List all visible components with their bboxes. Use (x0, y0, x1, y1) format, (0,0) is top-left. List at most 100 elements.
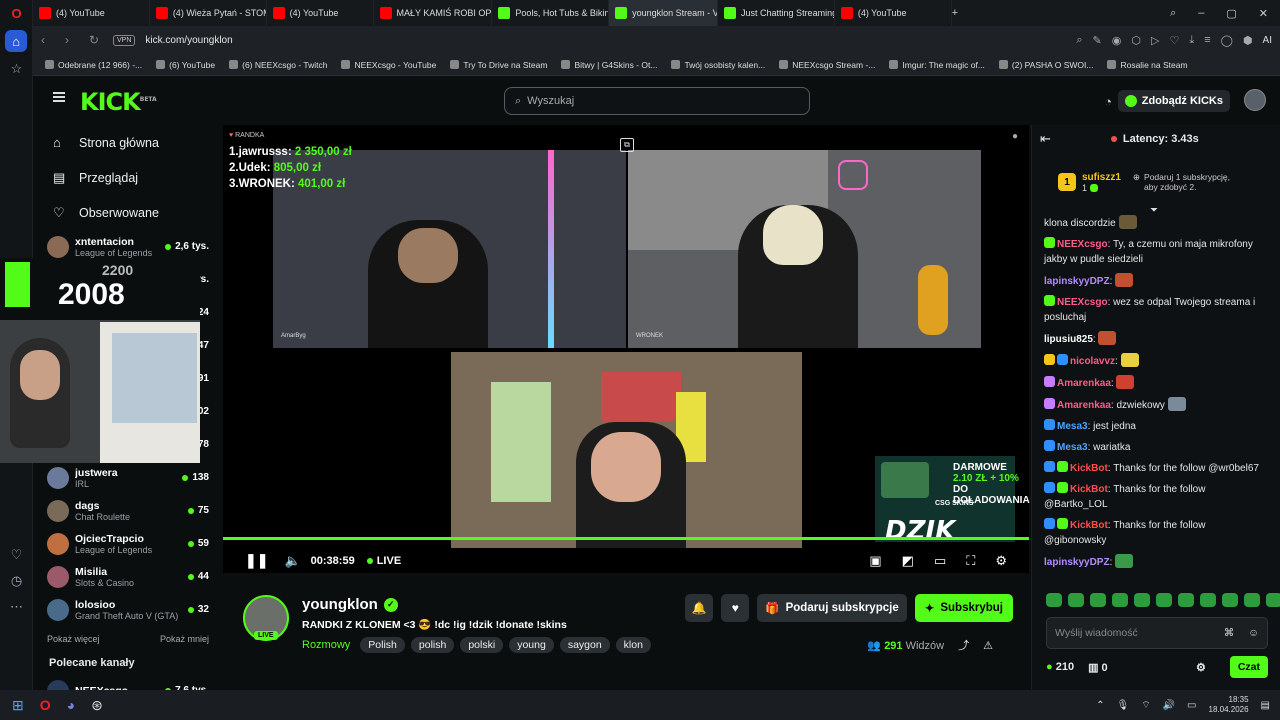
discord-taskbar-icon[interactable]: ◕ (67, 697, 75, 713)
aria-ai-icon[interactable]: AI (1263, 35, 1272, 46)
sponsor-ad[interactable]: DARMOWE 2.10 ZŁ + 10% DO DOŁADOWANIA CSG S… (875, 456, 1030, 546)
bookmark-item[interactable]: Imgur: The magic of... (889, 60, 985, 70)
bookmark-item[interactable]: Rosalie na Steam (1107, 60, 1188, 70)
chat-username[interactable]: KickBot (1070, 520, 1108, 531)
download-icon[interactable]: ⤓ (1189, 34, 1194, 47)
wifi-icon[interactable]: ⌔ (1141, 699, 1150, 712)
speaker-icon[interactable]: 🔊 (1163, 700, 1175, 711)
home-speed-dial-icon[interactable]: ⌂ (5, 30, 27, 52)
bookmark-item[interactable]: (2) PASHA O SWOI... (998, 60, 1093, 70)
channel-item[interactable]: lolosioo Grand Theft Auto V (GTA) 32 (33, 593, 223, 626)
channel-item[interactable]: justwera IRL 138 (33, 461, 223, 494)
channel-item[interactable]: dags Chat Roulette 75 (33, 494, 223, 527)
send-chat-button[interactable]: Czat (1229, 656, 1268, 678)
report-warning-icon[interactable]: ⚠ (983, 639, 993, 652)
tab[interactable]: Pools, Hot Tubs & Bikinis (492, 0, 610, 26)
clock[interactable]: 18:35 18.04.2026 (1209, 695, 1249, 715)
follow-heart-button[interactable]: ♥ (721, 594, 750, 622)
chat-username[interactable]: Mesa3 (1057, 421, 1088, 432)
emote-icon[interactable] (1156, 593, 1172, 607)
history-icon[interactable]: ◷ (0, 568, 33, 594)
nav-item[interactable]: ⌂ Strona główna (33, 125, 223, 160)
emoji-icon[interactable]: ☺ (1248, 627, 1259, 639)
back-button[interactable]: ‹ (41, 33, 55, 47)
chat-username[interactable]: lipusiu825 (1044, 334, 1093, 345)
collapse-chat-icon[interactable]: ⇤ (1040, 131, 1051, 147)
chat-username[interactable]: NEEXcsgo (1057, 239, 1108, 250)
nav-item[interactable]: ♡ Obserwowane (33, 195, 223, 230)
volume-icon[interactable]: 🔈 (284, 553, 300, 569)
emote-icon[interactable] (1222, 593, 1238, 607)
subscribe-button[interactable]: ✦ Subskrybuj (914, 594, 1013, 622)
tag-pill[interactable]: saygon (559, 637, 610, 653)
tab[interactable]: (4) YouTube (835, 0, 952, 26)
more-icon[interactable]: ⋯ (0, 594, 33, 620)
favorites-heart-icon[interactable]: ♡ (0, 542, 33, 568)
video-player[interactable]: AmarByg WRONEK ♥ RANDKA 1.jawrusss: 2 35… (223, 125, 1030, 573)
video-progress-bar[interactable] (223, 537, 1029, 540)
chat-username[interactable]: lapinskyyDPZ (1044, 276, 1110, 287)
microphone-icon[interactable]: 🎙 (1116, 700, 1129, 711)
fullscreen-icon[interactable]: ⛶ (966, 553, 975, 569)
emote-icon[interactable] (1068, 593, 1084, 607)
bookmark-item[interactable]: Twój osobisty kalen... (671, 60, 765, 70)
tab[interactable]: (4) YouTube (33, 0, 150, 26)
emote-icon[interactable] (1046, 593, 1062, 607)
tab[interactable]: MAŁY KAMIŚ ROBI OPENI (374, 0, 493, 26)
chat-input[interactable]: Wyślij wiadomość ⌘ ☺ (1046, 617, 1268, 649)
tag-pill[interactable]: polski (460, 637, 504, 653)
user-avatar[interactable] (1244, 89, 1266, 111)
emote-icon[interactable] (1112, 593, 1128, 607)
profile-icon[interactable]: ◯ (1221, 34, 1233, 47)
notifications-icon[interactable]: ▤ (1261, 700, 1270, 711)
popout-icon[interactable]: ⧉ (620, 138, 634, 152)
bookmark-item[interactable]: (6) NEEXcsgo - Twitch (229, 60, 327, 70)
notification-bell-button[interactable]: 🔔 (685, 594, 714, 622)
bookmark-item[interactable]: Try To Drive na Steam (450, 60, 547, 70)
search-tabs-icon[interactable]: ⌕ (1170, 7, 1176, 20)
channel-item[interactable]: Misilia Slots & Casino 44 (33, 560, 223, 593)
bookmark-item[interactable]: Odebrane (12 966) -... (45, 60, 142, 70)
emote-icon[interactable] (1266, 593, 1280, 607)
tab[interactable]: Just Chatting Streaming - (718, 0, 835, 26)
show-less-button[interactable]: Pokaż mniej (160, 634, 209, 644)
heart-icon[interactable]: ♡ (1169, 34, 1179, 47)
chat-username[interactable]: Mesa3 (1057, 442, 1088, 453)
tag-pill[interactable]: klon (615, 637, 651, 653)
hamburger-menu-icon[interactable] (53, 92, 65, 102)
chat-username[interactable]: KickBot (1070, 463, 1108, 474)
emote-icon[interactable] (1244, 593, 1260, 607)
obs-taskbar-icon[interactable]: ⊛ (91, 697, 103, 714)
settings-gear-icon[interactable]: ⚙ (995, 553, 1007, 569)
chat-username[interactable]: lapinskyyDPZ (1044, 557, 1110, 568)
channel-item[interactable]: OjciecTrapcio League of Legends 59 (33, 527, 223, 560)
search-input[interactable]: ⌕ Wyszukaj (504, 87, 810, 115)
chat-username[interactable]: nicolavvz (1070, 356, 1115, 367)
chat-username[interactable]: Amarenkaa (1057, 378, 1111, 389)
forward-button[interactable]: › (65, 33, 79, 47)
miniplayer-icon[interactable]: ▭ (934, 553, 946, 569)
gift-count-row[interactable]: ▥ 0 (1088, 661, 1108, 674)
category-link[interactable]: Rozmowy (302, 639, 350, 651)
extensions-icon[interactable]: ⬢ (1243, 34, 1253, 47)
opera-logo-icon[interactable]: O (0, 0, 33, 26)
history-icon[interactable]: ◔ (1104, 94, 1112, 109)
bookmark-item[interactable]: Bitwy | G4Skins - Ot... (561, 60, 657, 70)
translate-icon[interactable]: ✎ (1093, 34, 1102, 47)
commands-icon[interactable]: ⌘ (1224, 627, 1235, 639)
battery-icon[interactable]: ▭ (1187, 700, 1196, 711)
kick-logo[interactable]: KICKBETA (80, 88, 157, 116)
windows-start-icon[interactable]: ⊞ (12, 697, 24, 714)
tab[interactable]: (4) Wieża Pytań - STOMP (150, 0, 267, 26)
emote-icon[interactable] (1200, 593, 1216, 607)
emote-icon[interactable] (1178, 593, 1194, 607)
pause-button[interactable]: ❚❚ (245, 552, 268, 569)
kicks-balance-row[interactable]: ● 210 (1046, 661, 1074, 673)
clip-icon[interactable]: ◩ (902, 553, 914, 569)
new-tab-button[interactable]: + (952, 7, 958, 19)
close-window-button[interactable]: ✕ (1259, 7, 1268, 20)
play-icon[interactable]: ▷ (1151, 34, 1159, 47)
emote-icon[interactable] (1090, 593, 1106, 607)
tag-pill[interactable]: Polish (360, 637, 405, 653)
minimize-button[interactable]: – (1198, 7, 1204, 19)
